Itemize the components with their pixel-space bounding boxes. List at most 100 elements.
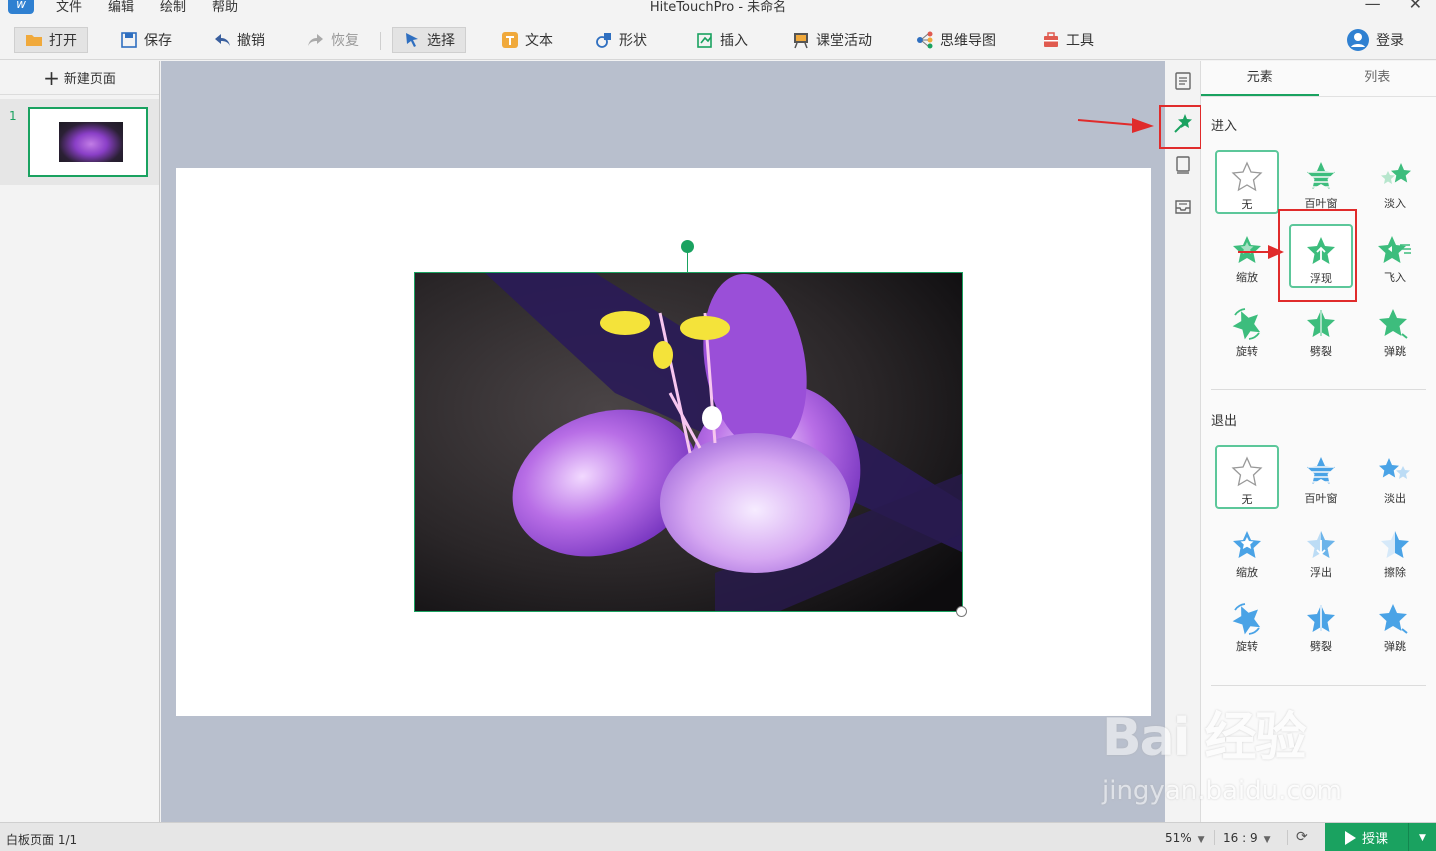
menu-edit[interactable]: 编辑 [108, 0, 134, 15]
text-button[interactable]: 文本 [491, 27, 563, 53]
exit-effect-split[interactable]: 劈裂 [1289, 593, 1353, 657]
save-label: 保存 [144, 33, 172, 49]
annotation-arrow [1077, 118, 1154, 133]
effect-label: 弹跳 [1384, 640, 1406, 653]
minimize-button[interactable]: — [1365, 0, 1381, 13]
enter-effect-bounce[interactable]: 弹跳 [1363, 298, 1427, 362]
effect-label: 无 [1241, 493, 1253, 506]
annotation-arrow [1238, 245, 1284, 259]
exit-effect-rotate[interactable]: 旋转 [1215, 593, 1279, 657]
menu-draw[interactable]: 绘制 [160, 0, 186, 15]
cursor-arrow-icon [406, 33, 418, 47]
text-t-icon [502, 32, 518, 48]
shape-label: 形状 [619, 33, 647, 49]
teach-button[interactable]: 授课 ▼ [1325, 823, 1436, 851]
exit-effect-wipe[interactable]: 擦除 [1363, 519, 1427, 583]
effect-label: 擦除 [1384, 566, 1406, 579]
caret-down-icon: ▼ [1263, 835, 1271, 845]
exit-effect-none[interactable]: 无 [1215, 445, 1279, 509]
insert-button[interactable]: 插入 [686, 27, 758, 53]
star-outline-icon [1231, 456, 1263, 487]
page-number: 1 [9, 109, 17, 123]
sync-icon[interactable]: ⟳ [1296, 829, 1308, 845]
class-activity-button[interactable]: 课堂活动 [782, 27, 882, 53]
tools-button[interactable]: 工具 [1032, 27, 1104, 53]
enter-effect-blinds[interactable]: 百叶窗 [1289, 150, 1353, 214]
enter-effect-split[interactable]: 劈裂 [1289, 298, 1353, 362]
right-icon-strip [1165, 61, 1201, 822]
tab-list[interactable]: 列表 [1319, 61, 1436, 96]
enter-effect-rotate[interactable]: 旋转 [1215, 298, 1279, 362]
login-button[interactable]: 登录 [1336, 27, 1414, 53]
new-page-button[interactable]: + 新建页面 [0, 61, 159, 95]
annotation-highlight-box [1278, 209, 1357, 302]
status-divider [1214, 830, 1215, 845]
caret-down-icon: ▼ [1197, 835, 1205, 845]
blinds-star-icon [1307, 162, 1335, 189]
menu-help[interactable]: 帮助 [212, 0, 238, 15]
page-thumbnail[interactable] [28, 107, 148, 177]
exit-effect-blinds[interactable]: 百叶窗 [1289, 445, 1353, 509]
enter-effect-none[interactable]: 无 [1215, 150, 1279, 214]
toolbox-icon [1044, 32, 1058, 47]
menu-bar: 文件 编辑 绘制 帮助 [56, 0, 238, 15]
redo-arrow-icon [308, 34, 323, 46]
exit-effects-grid: 无 百叶窗 淡出 缩放 浮出 擦除 旋转 劈裂 弹跳 [1215, 445, 1427, 657]
select-button[interactable]: 选择 [392, 27, 466, 53]
whiteboard-slide[interactable] [176, 168, 1151, 716]
effect-label: 劈裂 [1310, 345, 1332, 358]
page-properties-icon[interactable] [1173, 71, 1193, 91]
effect-label: 缩放 [1236, 271, 1258, 284]
insert-image-icon [697, 33, 712, 48]
user-avatar-icon [1347, 29, 1369, 51]
flower-image[interactable] [414, 272, 963, 612]
flower-photo-graphic [415, 273, 962, 611]
thumbnail-image [59, 122, 123, 162]
exit-effect-float-out[interactable]: 浮出 [1289, 519, 1353, 583]
login-label: 登录 [1376, 33, 1404, 49]
tab-elements[interactable]: 元素 [1201, 61, 1319, 96]
exit-section-title: 退出 [1211, 414, 1238, 429]
split-star-icon [1307, 605, 1335, 632]
zoom-star-icon [1233, 531, 1261, 558]
bounce-star-icon [1379, 604, 1408, 634]
effect-label: 飞入 [1384, 271, 1406, 284]
undo-button[interactable]: 撤销 [203, 27, 275, 53]
enter-effect-fade-in[interactable]: 淡入 [1363, 150, 1427, 214]
ratio-select[interactable]: 16 : 9 ▼ [1223, 831, 1271, 845]
effect-label: 淡入 [1384, 197, 1406, 210]
page-thumbnail-row[interactable]: 1 [0, 99, 159, 185]
blinds-star-icon [1307, 457, 1335, 484]
enter-section-title: 进入 [1211, 119, 1238, 134]
effect-label: 浮出 [1310, 566, 1332, 579]
zoom-value: 51% [1165, 831, 1192, 845]
close-button[interactable]: ✕ [1409, 0, 1422, 13]
text-label: 文本 [525, 33, 553, 49]
status-bar: 白板页面 1/1 51% ▼ 16 : 9 ▼ ⟳ 授课 ▼ [0, 822, 1436, 851]
save-button[interactable]: 保存 [110, 27, 182, 53]
zoom-select[interactable]: 51% ▼ [1165, 831, 1205, 845]
teach-dropdown-icon[interactable]: ▼ [1408, 823, 1436, 851]
mindmap-icon [917, 31, 933, 49]
split-star-icon [1307, 310, 1335, 337]
mindmap-button[interactable]: 思维导图 [906, 27, 1006, 53]
tools-label: 工具 [1066, 33, 1094, 49]
shape-button[interactable]: 形状 [585, 27, 657, 53]
open-button[interactable]: 打开 [14, 27, 88, 53]
menu-file[interactable]: 文件 [56, 0, 82, 15]
play-icon [1345, 830, 1356, 845]
inbox-icon[interactable] [1173, 197, 1193, 217]
layer-icon[interactable] [1173, 155, 1193, 175]
enter-effect-fly-in[interactable]: 飞入 [1363, 224, 1427, 288]
exit-effect-zoom[interactable]: 缩放 [1215, 519, 1279, 583]
rotation-handle[interactable] [681, 240, 694, 253]
effect-label: 劈裂 [1310, 640, 1332, 653]
select-label: 选择 [427, 33, 455, 49]
redo-button[interactable]: 恢复 [297, 27, 369, 53]
ratio-value: 16 : 9 [1223, 831, 1258, 845]
folder-icon [26, 35, 42, 46]
resize-handle[interactable] [956, 606, 967, 617]
exit-effect-bounce[interactable]: 弹跳 [1363, 593, 1427, 657]
exit-effect-fade-out[interactable]: 淡出 [1363, 445, 1427, 509]
window-controls: — ✕ [1365, 0, 1422, 13]
